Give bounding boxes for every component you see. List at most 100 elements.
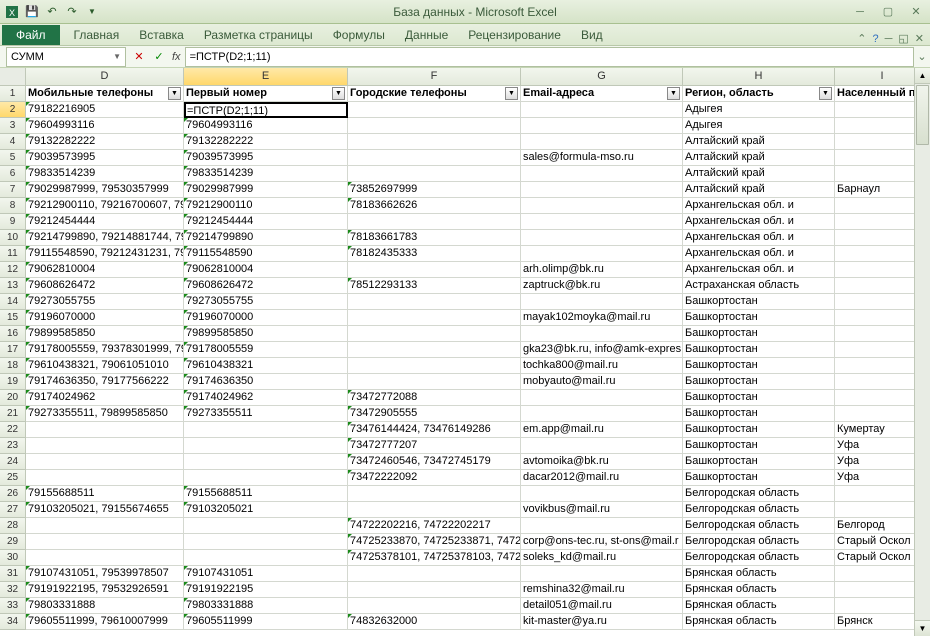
cell[interactable] xyxy=(348,262,521,278)
cell[interactable]: avtomoika@bk.ru xyxy=(521,454,683,470)
cell[interactable]: 79833514239 xyxy=(184,166,348,182)
cell[interactable] xyxy=(26,534,184,550)
scroll-thumb[interactable] xyxy=(916,85,929,145)
row-header-9[interactable]: 9 xyxy=(0,214,26,230)
cell[interactable] xyxy=(521,198,683,214)
cell[interactable] xyxy=(521,566,683,582)
tab-review[interactable]: Рецензирование xyxy=(458,25,571,45)
cell[interactable]: Брянская область xyxy=(683,582,835,598)
cell[interactable]: 79132282222 xyxy=(184,134,348,150)
enter-formula-icon[interactable]: ✓ xyxy=(150,48,168,66)
cell[interactable]: Белгородская область xyxy=(683,534,835,550)
cell[interactable]: 74725233870, 74725233871, 7472 xyxy=(348,534,521,550)
cell[interactable] xyxy=(348,310,521,326)
row-header-5[interactable]: 5 xyxy=(0,150,26,166)
cell[interactable]: 79191922195, 79532926591 xyxy=(26,582,184,598)
cell[interactable]: 79103205021 xyxy=(184,502,348,518)
cell[interactable]: 79803331888 xyxy=(184,598,348,614)
workbook-restore-icon[interactable]: ◱ xyxy=(898,32,908,45)
row-header-7[interactable]: 7 xyxy=(0,182,26,198)
cell[interactable]: Алтайский край xyxy=(683,150,835,166)
row-header-19[interactable]: 19 xyxy=(0,374,26,390)
maximize-button[interactable]: ▢ xyxy=(878,4,898,20)
row-header-11[interactable]: 11 xyxy=(0,246,26,262)
minimize-button[interactable]: ─ xyxy=(850,4,870,20)
cell[interactable] xyxy=(521,294,683,310)
formula-input[interactable]: =ПСТР(D2;1;11) xyxy=(185,47,914,67)
cell[interactable]: Архангельская обл. и xyxy=(683,198,835,214)
tab-page-layout[interactable]: Разметка страницы xyxy=(194,25,323,45)
filter-dropdown-icon[interactable]: ▼ xyxy=(505,87,518,100)
cell[interactable]: dacar2012@mail.ru xyxy=(521,470,683,486)
cell[interactable]: Башкортостан xyxy=(683,326,835,342)
cell[interactable] xyxy=(348,582,521,598)
cell[interactable]: 79899585850 xyxy=(26,326,184,342)
cell[interactable]: 79062810004 xyxy=(184,262,348,278)
cell[interactable]: 79196070000 xyxy=(26,310,184,326)
cell[interactable]: 73472777207 xyxy=(348,438,521,454)
cell[interactable]: 79115548590 xyxy=(184,246,348,262)
row-header-21[interactable]: 21 xyxy=(0,406,26,422)
cell[interactable]: Астраханская область xyxy=(683,278,835,294)
cell[interactable]: 79803331888 xyxy=(26,598,184,614)
cell[interactable] xyxy=(348,326,521,342)
cell[interactable]: Башкортостан xyxy=(683,470,835,486)
cell[interactable]: 79191922195 xyxy=(184,582,348,598)
cell[interactable] xyxy=(184,438,348,454)
cell[interactable]: 79273055755 xyxy=(26,294,184,310)
cell[interactable]: 79039573995 xyxy=(184,150,348,166)
row-header-23[interactable]: 23 xyxy=(0,438,26,454)
column-header-E[interactable]: E xyxy=(184,68,348,86)
row-header-13[interactable]: 13 xyxy=(0,278,26,294)
cell[interactable] xyxy=(348,502,521,518)
cell[interactable]: 79155688511 xyxy=(26,486,184,502)
tab-view[interactable]: Вид xyxy=(571,25,613,45)
cell[interactable] xyxy=(521,118,683,134)
vertical-scrollbar[interactable]: ▲ ▼ xyxy=(914,68,930,636)
cell[interactable]: zaptruck@bk.ru xyxy=(521,278,683,294)
cell[interactable] xyxy=(26,518,184,534)
cell[interactable] xyxy=(348,486,521,502)
cell[interactable] xyxy=(26,550,184,566)
cell[interactable]: 79178005559 xyxy=(184,342,348,358)
cell[interactable]: 79212454444 xyxy=(26,214,184,230)
cell[interactable] xyxy=(348,374,521,390)
cell[interactable]: 79174024962 xyxy=(26,390,184,406)
cell[interactable]: Адыгея xyxy=(683,102,835,118)
close-button[interactable]: ✕ xyxy=(906,4,926,20)
workbook-close-icon[interactable]: ✕ xyxy=(915,32,924,45)
row-header-4[interactable]: 4 xyxy=(0,134,26,150)
cell[interactable]: Алтайский край xyxy=(683,134,835,150)
row-header-28[interactable]: 28 xyxy=(0,518,26,534)
cell[interactable] xyxy=(521,438,683,454)
select-all-button[interactable] xyxy=(0,68,26,86)
cell[interactable]: 73852697999 xyxy=(348,182,521,198)
row-header-24[interactable]: 24 xyxy=(0,454,26,470)
redo-icon[interactable]: ↷ xyxy=(64,4,80,20)
cell[interactable]: 79212900110 xyxy=(184,198,348,214)
row-header-3[interactable]: 3 xyxy=(0,118,26,134)
row-header-15[interactable]: 15 xyxy=(0,310,26,326)
cell[interactable]: 79174636350 xyxy=(184,374,348,390)
cell[interactable]: 79029987999 xyxy=(184,182,348,198)
cell[interactable]: Архангельская обл. и xyxy=(683,246,835,262)
row-header-22[interactable]: 22 xyxy=(0,422,26,438)
cell[interactable]: Брянская область xyxy=(683,566,835,582)
cell[interactable]: 79039573995 xyxy=(26,150,184,166)
cell[interactable]: 79107431051 xyxy=(184,566,348,582)
cell[interactable] xyxy=(521,518,683,534)
cell[interactable]: Башкортостан xyxy=(683,342,835,358)
cell[interactable] xyxy=(26,470,184,486)
row-header-12[interactable]: 12 xyxy=(0,262,26,278)
cell[interactable] xyxy=(348,566,521,582)
cell[interactable] xyxy=(348,150,521,166)
cell[interactable]: 78512293133 xyxy=(348,278,521,294)
row-header-26[interactable]: 26 xyxy=(0,486,26,502)
save-icon[interactable]: 💾 xyxy=(24,4,40,20)
row-header-10[interactable]: 10 xyxy=(0,230,26,246)
column-header-F[interactable]: F xyxy=(348,68,521,86)
help-icon[interactable]: ? xyxy=(872,33,878,45)
name-box[interactable]: СУММ ▼ xyxy=(6,47,126,67)
cell[interactable]: 73472772088 xyxy=(348,390,521,406)
column-header-G[interactable]: G xyxy=(521,68,683,86)
